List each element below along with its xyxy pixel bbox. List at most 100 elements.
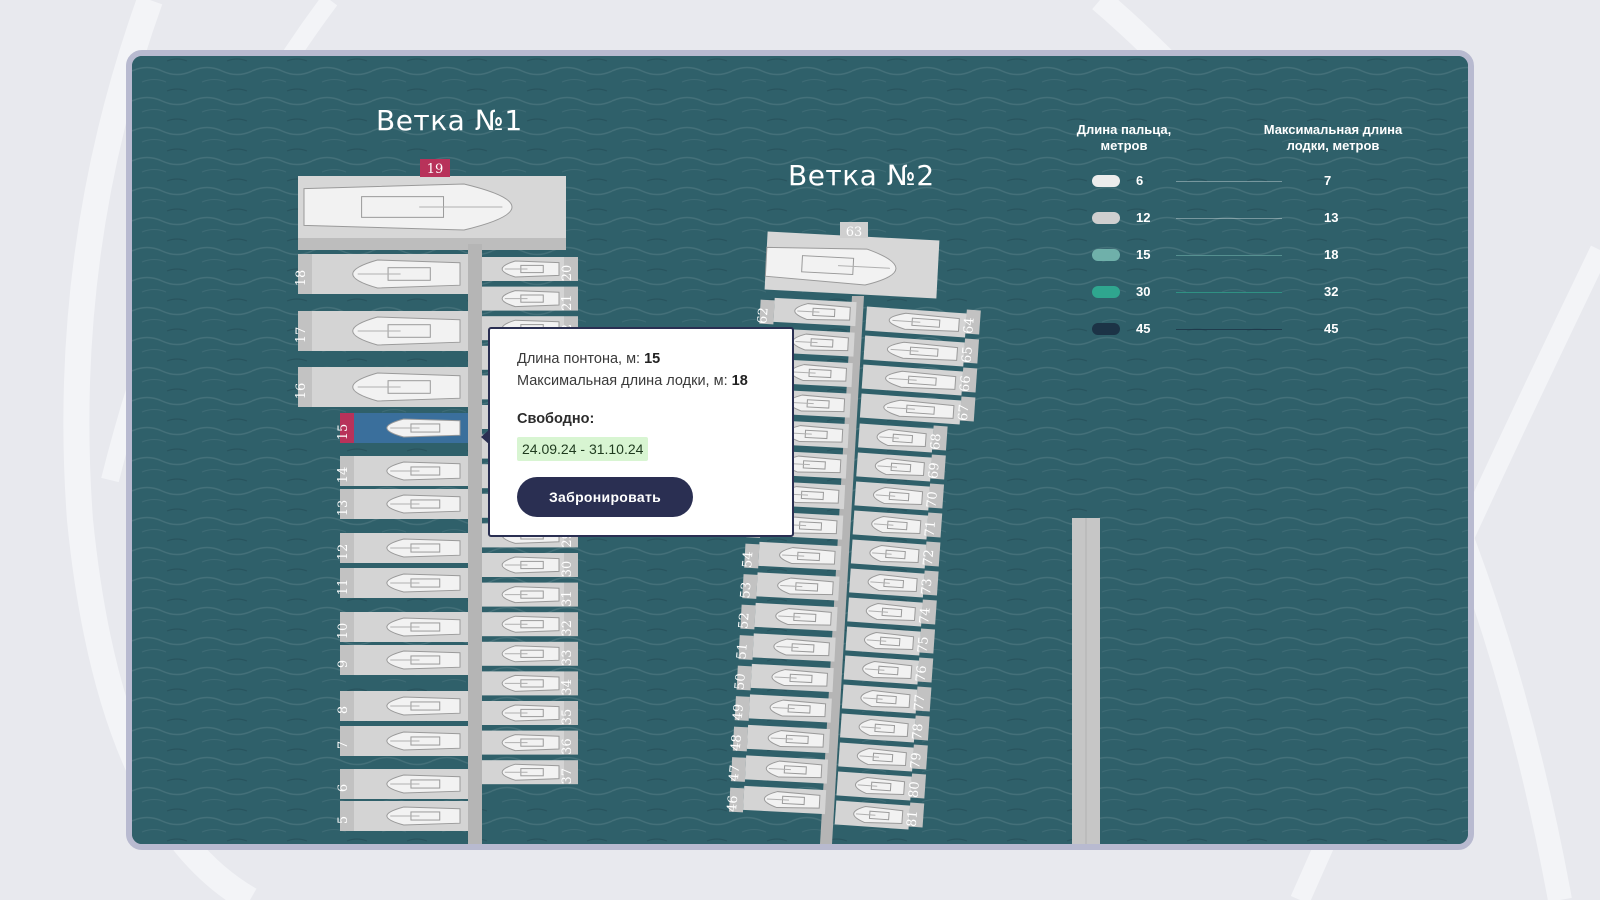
berth-number: 49 (731, 703, 747, 721)
boat-icon (501, 290, 560, 308)
berth-number: 30 (560, 561, 575, 578)
berth-number: 19 (427, 162, 444, 177)
boat-icon (501, 734, 560, 752)
pontoon-length-label: Длина понтона, м: (517, 351, 641, 367)
boat-icon (501, 704, 560, 722)
boat-icon (386, 731, 461, 751)
berth-number: 62 (755, 307, 771, 325)
legend-swatch (1092, 212, 1120, 224)
boat-icon (386, 696, 461, 716)
boat-icon (501, 645, 560, 663)
boat-icon (386, 494, 461, 514)
berth-number: 65 (960, 346, 976, 364)
boat-icon (501, 615, 560, 633)
berth-number: 80 (907, 781, 923, 799)
max-boat-length-label: Максимальная длина лодки, м: (517, 373, 728, 389)
berth-number: 37 (560, 768, 575, 785)
legend-divider-line (1176, 255, 1282, 256)
berth-number: 14 (336, 467, 351, 484)
berth-number: 10 (336, 623, 351, 640)
berth-number: 50 (733, 673, 749, 691)
berth-number: 9 (336, 660, 351, 668)
marina-map-frame: 1918171615141312111098765202122232425262… (126, 50, 1474, 850)
berth-number: 78 (910, 723, 926, 741)
berth-number: 53 (738, 581, 754, 599)
legend-finger-header: Длина пальца, метров (1076, 122, 1172, 153)
boat-icon (386, 573, 461, 593)
boat-icon (386, 617, 461, 637)
boat-icon (386, 650, 461, 670)
berth-number: 35 (560, 709, 575, 726)
berth-number: 34 (560, 679, 575, 696)
legend-swatch (1092, 323, 1120, 335)
boat-icon (501, 260, 560, 278)
berth-number: 5 (336, 816, 351, 824)
berth-number: 74 (917, 607, 933, 625)
berth-number: 32 (560, 620, 575, 637)
boat-icon (352, 372, 461, 402)
boat-icon (386, 774, 461, 794)
berth-number: 54 (740, 551, 756, 569)
legend-boat-length: 18 (1324, 247, 1339, 262)
legend-divider-line (1176, 181, 1282, 182)
berth-number: 8 (336, 706, 351, 714)
boat-icon (501, 674, 560, 692)
boat-icon (501, 763, 560, 781)
branch-2-title: Ветка №2 (788, 159, 935, 192)
legend-row: 6 7 (1092, 172, 1392, 192)
max-boat-length-value: 18 (731, 373, 748, 389)
legend-divider-line (1176, 218, 1282, 219)
berth-number: 67 (956, 404, 972, 422)
max-boat-length-row: Максимальная длина лодки, м: 18 (517, 373, 748, 389)
berth-number: 36 (560, 738, 575, 755)
boat-icon (386, 538, 461, 558)
legend-boat-length: 45 (1324, 321, 1339, 336)
boat-icon (501, 586, 560, 604)
legend-row: 30 32 (1092, 283, 1392, 303)
berth-number: 13 (336, 500, 351, 517)
boat-icon (501, 556, 560, 574)
berth-number: 17 (294, 327, 309, 344)
legend-swatch (1092, 175, 1120, 187)
boat-icon (386, 418, 461, 438)
berth-number: 52 (736, 612, 752, 630)
berth-number: 20 (560, 265, 575, 282)
branch-1-title: Ветка №1 (376, 104, 523, 137)
berth-number: 77 (912, 694, 928, 712)
berth-number: 68 (928, 433, 944, 451)
boat-icon (386, 461, 461, 481)
berth-info-popup: Длина понтона, м: 15 Максимальная длина … (481, 327, 794, 537)
boat-icon (352, 316, 461, 346)
legend-finger-length: 15 (1136, 247, 1151, 262)
legend-boat-length: 7 (1324, 173, 1332, 188)
berth-number: 15 (336, 424, 351, 441)
berth-number: 48 (729, 734, 745, 752)
berth-number: 33 (560, 650, 575, 667)
berth-number: 6 (336, 784, 351, 792)
berth-number: 46 (725, 795, 741, 813)
berth-number: 73 (919, 578, 935, 596)
book-button[interactable]: Забронировать (517, 477, 693, 517)
legend-swatch (1092, 249, 1120, 261)
berth-number: 16 (294, 383, 309, 400)
berth-number: 31 (560, 590, 575, 607)
legend-finger-length: 6 (1136, 173, 1144, 188)
legend-boat-header: Максимальная длина лодки, метров (1263, 122, 1403, 153)
berth-number: 51 (734, 642, 750, 660)
legend-row: 15 18 (1092, 246, 1392, 266)
berth-number: 12 (336, 544, 351, 561)
legend-finger-length: 12 (1136, 210, 1151, 225)
boat-icon (352, 259, 461, 289)
berth-number: 18 (294, 270, 309, 287)
legend-boat-length: 32 (1324, 284, 1339, 299)
berth-number: 70 (925, 491, 941, 509)
legend-divider-line (1176, 329, 1282, 330)
boat-icon (386, 806, 461, 826)
berth-number: 47 (727, 764, 743, 782)
berth-number: 64 (961, 317, 977, 335)
availability-date-range[interactable]: 24.09.24 - 31.10.24 (517, 437, 649, 461)
legend-row: 12 13 (1092, 209, 1392, 229)
pontoon-length-row: Длина понтона, м: 15 (517, 351, 660, 367)
legend-row: 45 45 (1092, 320, 1392, 340)
availability-label: Свободно: (517, 411, 595, 427)
